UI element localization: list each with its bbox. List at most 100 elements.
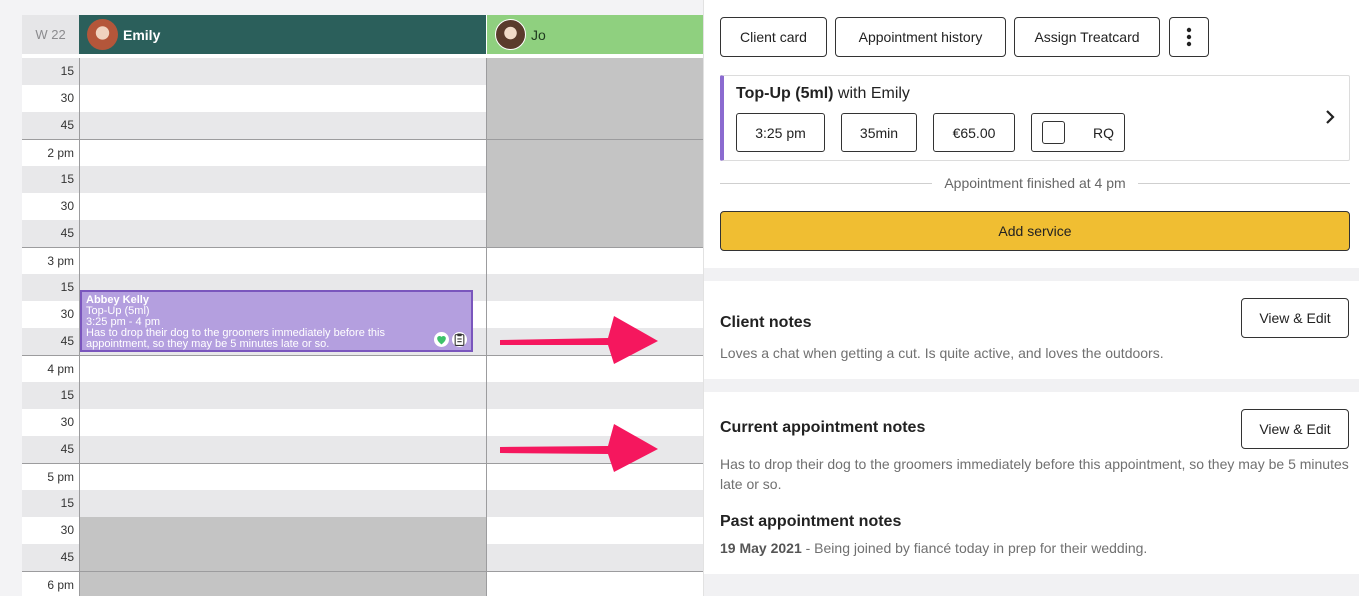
appointment-finished-divider: Appointment finished at 4 pm: [720, 174, 1350, 192]
price-chip[interactable]: €65.00: [933, 113, 1015, 152]
emily-slot[interactable]: [79, 382, 486, 409]
jo-slot[interactable]: [486, 140, 703, 166]
jo-slot[interactable]: [486, 517, 703, 544]
past-notes-title: Past appointment notes: [720, 513, 902, 530]
jo-slot[interactable]: [486, 544, 703, 571]
assign-treatcard-button[interactable]: Assign Treatcard: [1014, 17, 1160, 57]
jo-slot[interactable]: [486, 58, 703, 85]
time-label: 4 pm: [22, 356, 79, 383]
time-label: 5 pm: [22, 464, 79, 491]
rq-checkbox[interactable]: [1042, 121, 1065, 144]
appointment-history-button[interactable]: Appointment history: [835, 17, 1006, 57]
emily-slot[interactable]: [79, 248, 486, 274]
emily-slot[interactable]: [79, 544, 486, 571]
staff-column-header-emily[interactable]: Emily: [79, 15, 486, 54]
week-number: W 22: [22, 15, 79, 54]
emily-slot[interactable]: [79, 166, 486, 193]
emily-slot[interactable]: [79, 436, 486, 463]
time-label: 15: [22, 490, 79, 517]
client-notes-edit-button[interactable]: View & Edit: [1241, 298, 1349, 338]
time-label: 15: [22, 274, 79, 301]
section-divider: [704, 379, 1359, 392]
calendar: W 22 Emily Jo 15 30 45 2 pm 15 30 45 3 pm 15 30 45…: [0, 0, 703, 596]
time-slot-row: 15: [22, 58, 703, 85]
current-notes-title: Current appointment notes: [720, 419, 926, 436]
time-label: 30: [22, 85, 79, 112]
time-label: 45: [22, 436, 79, 463]
jo-slot[interactable]: [486, 166, 703, 193]
emily-slot[interactable]: [79, 112, 486, 139]
past-note-date: 19 May 2021: [720, 540, 802, 556]
past-note-item: 19 May 2021 - Being joined by fiancé tod…: [720, 538, 1350, 558]
more-vertical-icon: [1186, 27, 1192, 47]
add-service-button[interactable]: Add service: [720, 211, 1350, 251]
calendar-grid: W 22 Emily Jo 15 30 45 2 pm 15 30 45 3 pm 15 30 45…: [22, 15, 703, 596]
time-slot-row: 15: [22, 166, 703, 193]
jo-slot[interactable]: [486, 274, 703, 301]
past-note-text: - Being joined by fiancé today in prep f…: [805, 540, 1148, 556]
time-label: 15: [22, 166, 79, 193]
client-card-button[interactable]: Client card: [720, 17, 827, 57]
emily-slot[interactable]: [79, 85, 486, 112]
staff-name: Jo: [531, 26, 546, 43]
appointment-note: Has to drop their dog to the groomers im…: [86, 327, 385, 350]
clipboard-icon: [452, 332, 467, 347]
time-label: 30: [22, 517, 79, 544]
start-time-chip[interactable]: 3:25 pm: [736, 113, 825, 152]
duration-chip[interactable]: 35min: [841, 113, 917, 152]
jo-slot[interactable]: [486, 220, 703, 247]
time-slot-row: 30: [22, 85, 703, 112]
time-label: 30: [22, 301, 79, 328]
emily-slot[interactable]: [79, 193, 486, 220]
finished-text: Appointment finished at 4 pm: [944, 175, 1126, 191]
more-options-button[interactable]: [1169, 17, 1209, 57]
time-label: 15: [22, 58, 79, 85]
emily-slot[interactable]: [79, 409, 486, 436]
time-label: 30: [22, 409, 79, 436]
client-notes-title: Client notes: [720, 314, 812, 331]
emily-slot[interactable]: [79, 58, 486, 85]
jo-slot[interactable]: [486, 382, 703, 409]
staff-column-header-jo[interactable]: Jo: [487, 15, 703, 54]
current-notes-text: Has to drop their dog to the groomers im…: [720, 456, 1349, 492]
chevron-right-icon[interactable]: [1325, 110, 1335, 129]
appointment-block[interactable]: Abbey Kelly Top-Up (5ml) 3:25 pm - 4 pm …: [80, 290, 473, 352]
avatar: [87, 19, 118, 50]
service-title: Top-Up (5ml) with Emily: [736, 85, 910, 103]
arrow-annotation-icon: [500, 316, 658, 364]
time-slot-row: 30: [22, 517, 703, 544]
current-notes-edit-button[interactable]: View & Edit: [1241, 409, 1349, 449]
jo-slot[interactable]: [486, 112, 703, 139]
jo-slot[interactable]: [486, 193, 703, 220]
time-label: 45: [22, 220, 79, 247]
time-slot-row: 30: [22, 193, 703, 220]
emily-slot[interactable]: [79, 464, 486, 490]
time-label: 3 pm: [22, 248, 79, 275]
jo-slot[interactable]: [486, 248, 703, 274]
service-staff: with Emily: [837, 85, 910, 102]
rq-label: RQ: [1093, 124, 1114, 141]
section-divider: [704, 268, 1359, 281]
emily-slot[interactable]: [79, 517, 486, 544]
arrow-annotation-icon: [500, 424, 658, 472]
heart-icon: [434, 332, 449, 347]
jo-slot[interactable]: [486, 85, 703, 112]
rq-toggle[interactable]: RQ: [1031, 113, 1125, 152]
emily-slot[interactable]: [79, 356, 486, 382]
staff-name: Emily: [123, 26, 161, 43]
emily-slot[interactable]: [79, 572, 486, 596]
time-label: 15: [22, 382, 79, 409]
service-card[interactable]: Top-Up (5ml) with Emily 3:25 pm 35min €6…: [720, 75, 1350, 161]
time-label: 45: [22, 328, 79, 355]
time-slot-row: 45: [22, 220, 703, 247]
emily-slot[interactable]: [79, 140, 486, 166]
jo-slot[interactable]: [486, 572, 703, 596]
time-label: 45: [22, 544, 79, 571]
jo-slot[interactable]: [486, 490, 703, 517]
emily-slot[interactable]: [79, 220, 486, 247]
emily-slot[interactable]: [79, 490, 486, 517]
time-slot-row: 2 pm: [22, 139, 703, 167]
time-slot-row: 6 pm: [22, 571, 703, 596]
time-slot-row: 45: [22, 112, 703, 139]
time-label: 2 pm: [22, 140, 79, 167]
